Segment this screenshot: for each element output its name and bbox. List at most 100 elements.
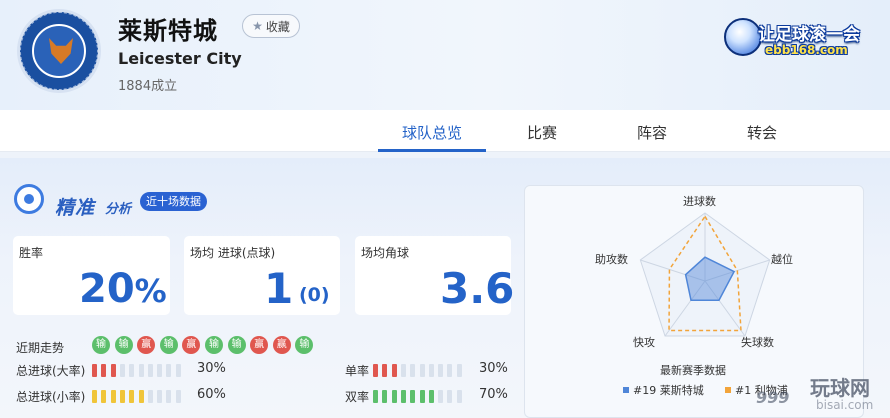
stat-bar-segment [129,390,135,403]
goals-per-match-value: 1 [264,264,294,313]
stat-bar-segment [382,364,388,377]
watermark-brand: 玩球网 [810,376,870,400]
stat-bar-segment [119,390,125,403]
watermark: 999 玩球网 bisai.com [756,372,890,418]
odd-rate-percent: 30% [479,361,508,376]
team-header: 莱斯特城 ★ 收藏 Leicester City 1884成立 让足球滚一会 e… [0,0,890,110]
stat-bar-segment [410,390,416,403]
stat-bar-segment [92,364,97,377]
section-title-suffix: 分析 [105,202,132,217]
form-result-chip: 赢 [182,336,201,354]
goals-per-match-label: 场均 进球(点球) [190,246,276,260]
stat-bar-segment [110,390,116,403]
radar-axis-offside: 越位 [771,253,793,266]
stat-bar-segment [138,364,144,377]
team-crest [17,9,101,93]
stat-bar-segment [175,390,181,403]
section-title: 精准 [55,197,96,219]
stat-bar-segment [410,364,416,377]
form-result-chip: 赢 [272,336,291,354]
over-rate-percent: 30% [197,361,226,376]
site-logo-slogan: 让足球滚一会 [758,25,860,45]
stat-bar-segment [101,390,107,403]
stat-bar-segment [419,390,425,403]
recent-form-label: 近期走势 [16,341,65,355]
stat-bar-segment [157,364,163,377]
radar-axis-counter: 快攻 [633,336,655,349]
form-result-chip: 输 [92,336,110,354]
stat-bar-segment [166,390,172,403]
stat-bar-segment [428,364,434,377]
penalty-goals-value: (0) [299,284,330,306]
tab-matches[interactable]: 比赛 [488,122,596,143]
radar-axis-conceded: 失球数 [741,336,774,349]
tab-overview[interactable]: 球队总览 [378,122,486,143]
team-founded: 1884成立 [118,79,178,94]
stat-bar-segment [391,364,397,377]
stat-bar-segment [110,364,116,377]
even-rate-percent: 70% [479,387,508,402]
radar-title: 最新赛季数据 [660,364,726,377]
tab-squad[interactable]: 阵容 [598,122,706,143]
radar-axis-assists: 助攻数 [595,253,628,266]
radar-axis-goals: 进球数 [683,195,716,208]
legend-label: #19 莱斯特城 [633,384,704,397]
stat-bar-segment [419,364,425,377]
form-result-chip: 输 [227,336,246,354]
win-rate-label: 胜率 [19,246,44,260]
stat-bar-segment [447,364,453,377]
stat-bar-segment [166,364,172,377]
stat-bar-segment [373,364,378,377]
odd-rate-label: 单率 [345,364,370,378]
form-result-chip: 赢 [137,336,156,354]
stat-bar-segment [92,390,97,403]
corners-per-match-label: 场均角球 [361,246,410,260]
corners-per-match-value: 3.6 [440,264,515,313]
legend-leicester[interactable]: #19 莱斯特城 [623,382,704,398]
recent-matches-badge: 近十场数据 [140,192,207,211]
stat-bar-segment [400,390,406,403]
stat-bar-segment [373,390,378,403]
even-rate-label: 双率 [345,390,370,404]
stat-bar-segment [175,364,181,377]
stat-bar-segment [157,390,163,403]
form-result-chip: 输 [295,336,314,354]
tab-transfers[interactable]: 转会 [708,122,816,143]
form-result-chip: 输 [159,336,178,354]
watermark-domain: bisai.com [816,398,874,412]
stat-bar-segment [147,390,153,403]
win-rate-value: 20% [79,266,167,312]
stat-bar-segment [138,390,144,403]
under-rate-percent: 60% [197,387,226,402]
football-icon [724,18,762,56]
win-rate-card: 胜率 20% [13,236,170,315]
corners-per-match-card: 场均角球 3.6 [355,236,515,315]
form-result-chip: 输 [205,336,223,354]
legend-swatch [725,387,731,393]
stat-bar-segment [147,364,153,377]
target-icon [14,184,44,214]
form-result-chip: 输 [114,336,133,354]
site-logo: 让足球滚一会 ebb168.com [722,6,878,66]
star-icon: ★ [252,19,263,33]
stat-bar-segment [447,390,453,403]
stat-bar-segment [382,390,388,403]
stat-bar-segment [119,364,125,377]
stat-bar-segment [129,364,135,377]
stat-bar-segment [456,390,462,403]
active-tab-indicator [378,149,486,152]
site-logo-domain: ebb168.com [765,43,848,57]
under-rate-label: 总进球(小率) [16,390,86,404]
stat-bar-segment [456,364,462,377]
favorite-button[interactable]: ★ 收藏 [242,14,300,38]
tab-bar: 球队总览 比赛 阵容 转会 [0,110,890,152]
favorite-label: 收藏 [265,19,290,34]
stat-bar-segment [438,390,444,403]
goals-per-match-card: 场均 进球(点球) 1 (0) [184,236,340,315]
stat-bar-segment [391,390,397,403]
stat-bar-segment [400,364,406,377]
team-name: 莱斯特城 [118,17,218,45]
over-rate-label: 总进球(大率) [16,364,86,378]
legend-swatch [623,387,629,393]
watermark-prefix: 999 [756,388,790,407]
